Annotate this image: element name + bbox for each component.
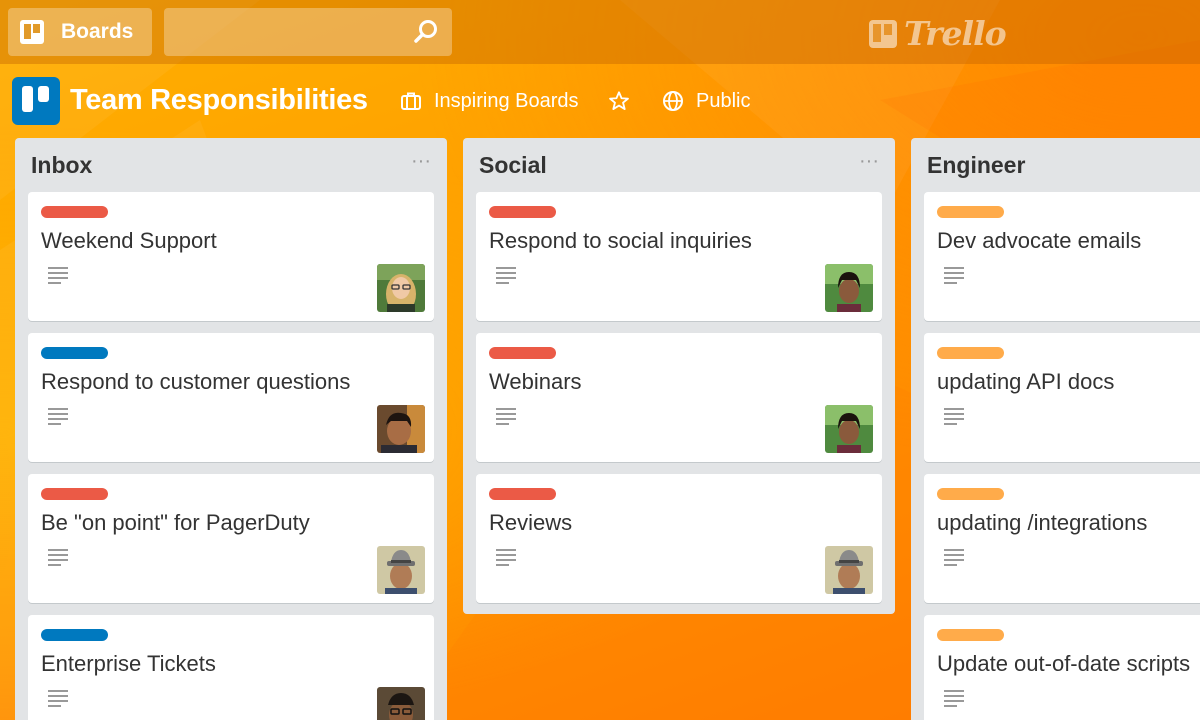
card[interactable]: Webinars [476,333,882,462]
list-social: Social ··· Respond to social inquiries W… [463,138,895,614]
search-box[interactable] [164,8,452,56]
card-title: Update out-of-date scripts [937,651,1191,676]
card-title: updating API docs [937,369,1115,394]
avatar-man-hat[interactable] [377,546,425,594]
card-label-orange [937,629,1004,641]
boards-label: Boards [61,20,134,43]
description-icon [944,690,964,707]
team-name: Inspiring Boards [434,89,579,112]
avatar-man-hat[interactable] [825,546,873,594]
list-header: Engineer [911,138,1200,192]
description-icon [944,267,964,284]
card-title: Enterprise Tickets [41,651,216,676]
card-label-red [489,488,556,500]
visibility-label: Public [696,89,751,112]
list-menu-button[interactable]: ··· [855,151,883,174]
star-icon [609,91,629,110]
card[interactable]: Enterprise Tickets [28,615,434,720]
top-bar: Boards Trello [0,0,1200,64]
card[interactable]: Reviews [476,474,882,603]
list-header: Social ··· [463,138,895,192]
description-icon [48,267,68,284]
trello-logo[interactable]: Trello [868,14,1007,53]
card-title: Be "on point" for PagerDuty [41,510,310,535]
card-label-orange [937,347,1004,359]
card[interactable]: Weekend Support [28,192,434,321]
avatar-man-dark-hair[interactable] [377,405,425,453]
star-button[interactable] [608,86,642,116]
description-icon [496,267,516,284]
card[interactable]: updating /integrations [924,474,1200,603]
description-icon [944,549,964,566]
description-icon [496,408,516,425]
list-inbox: Inbox ··· Weekend Support Respond to cus… [15,138,447,720]
team-button[interactable]: Inspiring Boards [400,86,579,116]
search-icon[interactable] [412,18,440,46]
card[interactable]: Respond to customer questions [28,333,434,462]
boards-button[interactable]: Boards [8,8,152,56]
board-title[interactable]: Team Responsibilities [70,84,368,117]
card-label-red [489,206,556,218]
card-title: Weekend Support [41,228,217,253]
description-icon [48,408,68,425]
list-title[interactable]: Social [479,152,547,179]
card-label-orange [937,206,1004,218]
list-title[interactable]: Engineer [927,152,1025,179]
card-label-blue [41,629,108,641]
search-input[interactable] [164,8,404,56]
card-title: Respond to social inquiries [489,228,752,253]
card-label-blue [41,347,108,359]
globe-icon [663,91,683,111]
briefcase-icon [401,92,421,110]
avatar-man-glasses[interactable] [377,687,425,720]
card-title: Respond to customer questions [41,369,351,394]
card-label-red [41,206,108,218]
visibility-button[interactable]: Public [662,86,750,116]
description-icon [48,690,68,707]
card-title: Webinars [489,369,582,394]
avatar-woman-glasses[interactable] [377,264,425,312]
card[interactable]: Dev advocate emails [924,192,1200,321]
avatar-woman-outdoors[interactable] [825,264,873,312]
board-icon [20,20,44,44]
board-logo-icon [12,77,60,125]
list-menu-button[interactable]: ··· [407,151,435,174]
list-title[interactable]: Inbox [31,152,92,179]
trello-logo-icon [869,19,897,48]
card-title: updating /integrations [937,510,1148,535]
list-header: Inbox ··· [15,138,447,192]
card[interactable]: Be "on point" for PagerDuty [28,474,434,603]
card-title: Dev advocate emails [937,228,1142,253]
card[interactable]: Update out-of-date scripts [924,615,1200,720]
card-label-orange [937,488,1004,500]
card[interactable]: updating API docs [924,333,1200,462]
card-label-red [489,347,556,359]
card-title: Reviews [489,510,573,535]
card[interactable]: Respond to social inquiries [476,192,882,321]
description-icon [48,549,68,566]
description-icon [944,408,964,425]
avatar-woman-outdoors[interactable] [825,405,873,453]
brand-wordmark: Trello [904,14,1007,53]
card-label-red [41,488,108,500]
list-engineer: Engineer Dev advocate emails updating AP… [911,138,1200,720]
description-icon [496,549,516,566]
